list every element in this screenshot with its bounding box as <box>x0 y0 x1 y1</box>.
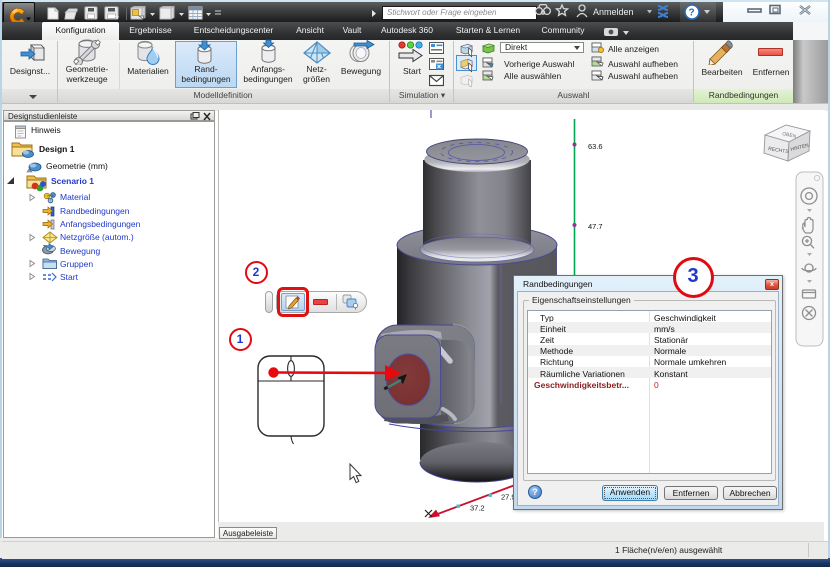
svg-text:37.2: 37.2 <box>470 504 485 513</box>
svg-text:?: ? <box>689 8 695 19</box>
svg-text:47.7: 47.7 <box>588 222 603 231</box>
svg-text:Anmelden: Anmelden <box>593 7 634 17</box>
svg-text:63.6: 63.6 <box>588 142 603 151</box>
